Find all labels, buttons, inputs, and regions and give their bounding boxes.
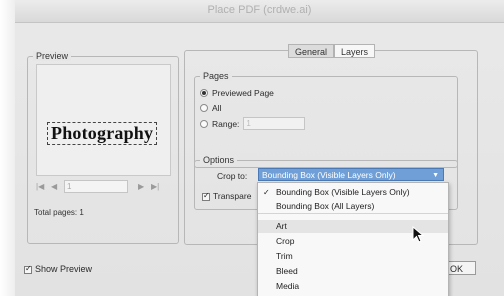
- radio-all-label: All: [212, 103, 222, 113]
- menu-item-label: Bleed: [276, 266, 298, 276]
- first-page-icon[interactable]: |◀: [36, 182, 44, 191]
- total-pages-label: Total pages: 1: [34, 208, 84, 217]
- menu-item-label: Trim: [276, 251, 293, 261]
- crop-to-value: Bounding Box (Visible Layers Only): [262, 170, 396, 180]
- window-title: Place PDF (crdwe.ai): [207, 4, 312, 16]
- radio-all[interactable]: All: [200, 103, 221, 113]
- chevron-down-icon: ▼: [432, 172, 439, 179]
- menu-item-label: Crop: [276, 236, 295, 246]
- menu-separator: [258, 213, 448, 214]
- menu-item-bbox-all[interactable]: Bounding Box (All Layers): [258, 200, 448, 213]
- tab-general[interactable]: General: [288, 44, 335, 58]
- preview-photography-text: Photography: [47, 122, 158, 145]
- menu-item-bbox-visible[interactable]: ✓ Bounding Box (Visible Layers Only): [258, 186, 448, 199]
- preview-legend: Preview: [33, 51, 72, 61]
- background-edge: [0, 0, 15, 296]
- transparent-checkbox[interactable]: Transpare: [202, 191, 251, 201]
- crop-to-label: Crop to:: [217, 171, 248, 181]
- menu-item-label: Bounding Box (All Layers): [276, 201, 375, 211]
- place-pdf-dialog: Place PDF (crdwe.ai) Preview Photography…: [0, 0, 504, 296]
- tab-bar: General Layers: [288, 44, 376, 58]
- radio-range[interactable]: Range: 1: [200, 117, 306, 130]
- show-preview-checkbox[interactable]: Show Preview: [24, 264, 92, 274]
- crop-to-select[interactable]: Bounding Box (Visible Layers Only) ▼: [258, 168, 444, 181]
- next-page-icon[interactable]: ▶: [138, 182, 144, 191]
- last-page-icon[interactable]: ▶|: [151, 182, 159, 191]
- radio-range-label: Range:: [212, 118, 240, 129]
- radio-selected-icon[interactable]: [200, 89, 208, 97]
- radio-unselected-icon[interactable]: [200, 104, 208, 112]
- menu-item-label: Media: [276, 281, 300, 291]
- pointer-arrow-icon: [412, 226, 425, 243]
- title-bar: Place PDF (crdwe.ai): [15, 0, 504, 23]
- range-input[interactable]: 1: [243, 117, 306, 130]
- checkmark-icon: ✓: [263, 188, 270, 197]
- transparent-label: Transpare: [213, 191, 252, 201]
- radio-previewed-page-label: Previewed Page: [212, 88, 274, 98]
- options-legend: Options: [200, 155, 238, 165]
- menu-item-media[interactable]: Media: [258, 280, 448, 293]
- ok-button[interactable]: OK: [446, 261, 476, 275]
- ok-button-label: OK: [450, 264, 464, 274]
- show-preview-label: Show Preview: [35, 264, 93, 274]
- previous-page-icon[interactable]: ◀: [51, 182, 57, 191]
- menu-item-label: Art: [276, 221, 287, 231]
- menu-item-label: Bounding Box (Visible Layers Only): [276, 187, 410, 197]
- menu-item-trim[interactable]: Trim: [258, 250, 448, 263]
- preview-thumbnail: Photography: [36, 64, 171, 176]
- pages-legend: Pages: [200, 71, 232, 81]
- tab-layers[interactable]: Layers: [334, 44, 376, 58]
- checkmark-icon[interactable]: [24, 264, 32, 274]
- radio-previewed-page[interactable]: Previewed Page: [200, 88, 274, 98]
- page-number-field[interactable]: 1: [64, 180, 128, 193]
- radio-unselected-icon[interactable]: [200, 119, 208, 128]
- checkmark-icon[interactable]: [202, 191, 210, 201]
- menu-item-bleed[interactable]: Bleed: [258, 265, 448, 278]
